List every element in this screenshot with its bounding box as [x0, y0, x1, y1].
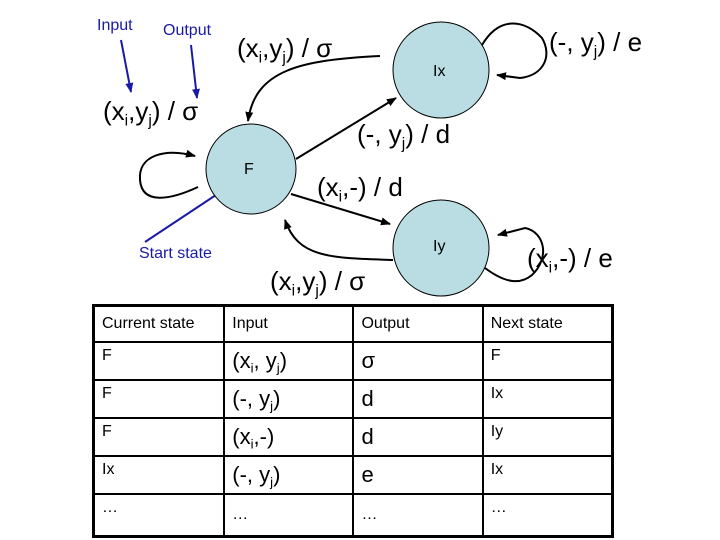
transition-label-F-to-Ix: (-, yj) / d — [357, 119, 451, 153]
cell-current: F — [92, 341, 226, 381]
table-row: … … … … — [92, 493, 614, 538]
transition-table: Current state Input Output Next state F … — [92, 304, 614, 538]
cell-output: d — [352, 417, 484, 457]
start-state-annotation: Start state — [139, 245, 212, 262]
transition-Ix-to-F — [245, 55, 381, 122]
transition-label-F-to-Iy: (xi,-) / d — [317, 172, 403, 206]
input-annotation-arrow — [120, 39, 134, 93]
state-Iy-label: Iy — [433, 238, 446, 255]
cell-next: Iy — [481, 417, 614, 457]
cell-input: … — [223, 493, 355, 538]
header-next-state: Next state — [481, 304, 614, 343]
cell-output: σ — [352, 341, 484, 381]
table-row: Ix (-, yj) e Ix — [92, 455, 614, 495]
state-F-label: F — [244, 161, 254, 178]
cell-output: … — [352, 493, 484, 538]
transition-Iy-to-F — [284, 219, 394, 261]
cell-current: F — [92, 379, 226, 419]
state-Ix-label: Ix — [433, 63, 446, 80]
transition-F-self — [138, 149, 199, 199]
transition-label-Ix-to-F: (xi,yj) / σ — [237, 33, 333, 67]
table-row: F (xi,-) d Iy — [92, 417, 614, 457]
cell-next: Ix — [481, 455, 614, 495]
output-annotation: Output — [163, 22, 212, 39]
table-row: F (-, yj) d Ix — [92, 379, 614, 419]
transition-Ix-self — [481, 22, 548, 81]
cell-input: (-, yj) — [223, 379, 355, 419]
table-header-row: Current state Input Output Next state — [92, 304, 614, 343]
header-input: Input — [223, 304, 355, 343]
header-output: Output — [352, 304, 484, 343]
cell-next: … — [481, 493, 614, 538]
cell-current: Ix — [92, 455, 226, 495]
cell-output: d — [352, 379, 484, 419]
table-row: F (xi, yj) σ F — [92, 341, 614, 381]
transition-label-Iy-to-F: (xi,yj) / σ — [270, 266, 366, 300]
transition-label-F-self: (xi,yj) / σ — [103, 96, 199, 130]
transition-label-Ix-self: (-, yj) / e — [549, 27, 643, 61]
cell-output: e — [352, 455, 484, 495]
cell-input: (-, yj) — [223, 455, 355, 495]
cell-current: F — [92, 417, 226, 457]
header-current-state: Current state — [92, 304, 226, 343]
cell-input: (xi, yj) — [223, 341, 355, 381]
cell-next: Ix — [481, 379, 614, 419]
output-annotation-arrow — [190, 44, 200, 99]
cell-next: F — [481, 341, 614, 381]
input-annotation: Input — [97, 17, 133, 34]
cell-current: … — [92, 493, 226, 538]
transition-label-Iy-self: (xi,-) / e — [527, 243, 613, 277]
cell-input: (xi,-) — [223, 417, 355, 457]
